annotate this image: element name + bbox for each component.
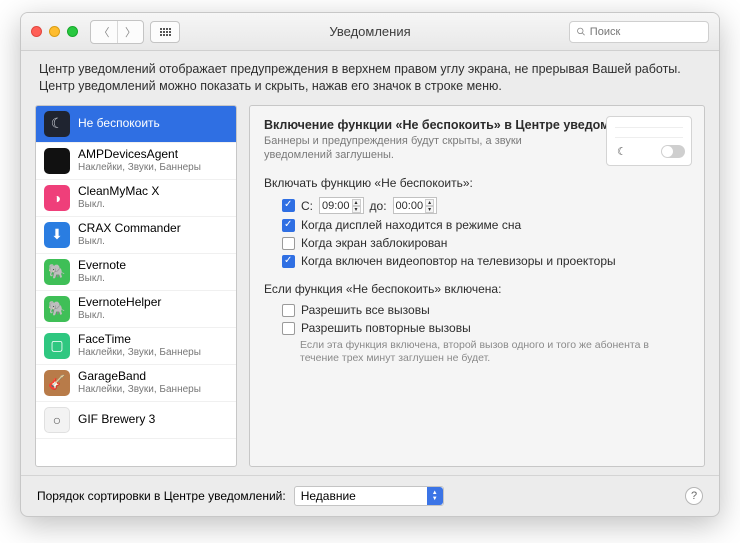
app-icon bbox=[44, 148, 70, 174]
sleep-label: Когда дисплей находится в режиме сна bbox=[301, 218, 521, 232]
preview-thumbnail: ☾ bbox=[606, 116, 692, 166]
time-to-field[interactable]: 00:00 ▴▾ bbox=[393, 197, 438, 214]
grid-icon bbox=[160, 28, 171, 36]
sidebar-item-label: EvernoteHelper bbox=[78, 296, 161, 310]
app-icon: ◑ bbox=[44, 185, 70, 211]
moon-icon: ☾ bbox=[617, 145, 627, 158]
preferences-window: 〈 〉 Уведомления Центр уведомлений отобра… bbox=[20, 12, 720, 517]
sidebar-item-2[interactable]: ◑ CleanMyMac XВыкл. bbox=[36, 180, 236, 217]
repeat-note: Если эта функция включена, второй вызов … bbox=[300, 339, 680, 365]
enable-section-label: Включать функцию «Не беспокоить»: bbox=[264, 176, 690, 190]
sidebar-item-label: GarageBand bbox=[78, 370, 201, 384]
panel-hint: Баннеры и предупреждения будут скрыты, а… bbox=[264, 135, 584, 163]
sidebar-item-7[interactable]: 🎸 GarageBandНаклейки, Звуки, Баннеры bbox=[36, 365, 236, 402]
sort-value: Недавние bbox=[301, 489, 356, 503]
page-description: Центр уведомлений отображает предупрежде… bbox=[21, 51, 719, 105]
sort-label: Порядок сортировки в Центре уведомлений: bbox=[37, 489, 286, 503]
forward-button[interactable]: 〉 bbox=[117, 21, 143, 43]
search-icon bbox=[576, 26, 586, 37]
allow-all-label: Разрешить все вызовы bbox=[301, 303, 430, 317]
sidebar-item-sub: Выкл. bbox=[78, 236, 181, 248]
app-icon: 🐘 bbox=[44, 296, 70, 322]
sidebar-item-label: CRAX Commander bbox=[78, 222, 181, 236]
allow-repeat-checkbox[interactable] bbox=[282, 322, 295, 335]
sidebar-item-label: Evernote bbox=[78, 259, 126, 273]
sidebar-item-label: AMPDevicesAgent bbox=[78, 148, 201, 162]
mirror-label: Когда включен видеоповтор на телевизоры … bbox=[301, 254, 616, 268]
zoom-icon[interactable] bbox=[67, 26, 78, 37]
time-prefix: С: bbox=[301, 199, 313, 213]
sidebar-item-sub: Наклейки, Звуки, Баннеры bbox=[78, 347, 201, 359]
mirror-row: Когда включен видеоповтор на телевизоры … bbox=[282, 254, 690, 268]
main-area: ☾Не беспокоитьAMPDevicesAgentНаклейки, З… bbox=[21, 105, 719, 475]
sidebar-item-4[interactable]: 🐘 EvernoteВыкл. bbox=[36, 254, 236, 291]
sidebar-item-5[interactable]: 🐘 EvernoteHelperВыкл. bbox=[36, 291, 236, 328]
sidebar-item-8[interactable]: ○ GIF Brewery 3 bbox=[36, 402, 236, 439]
sidebar-item-sub: Выкл. bbox=[78, 199, 159, 211]
when-on-label: Если функция «Не беспокоить» включена: bbox=[264, 282, 690, 296]
app-sidebar[interactable]: ☾Не беспокоитьAMPDevicesAgentНаклейки, З… bbox=[35, 105, 237, 467]
sidebar-item-sub: Выкл. bbox=[78, 310, 161, 322]
app-icon: ☾ bbox=[44, 111, 70, 137]
stepper-icon[interactable]: ▴▾ bbox=[425, 199, 434, 213]
sidebar-item-sub: Наклейки, Звуки, Баннеры bbox=[78, 162, 201, 174]
locked-row: Когда экран заблокирован bbox=[282, 236, 690, 250]
sleep-row: Когда дисплей находится в режиме сна bbox=[282, 218, 690, 232]
toggle-icon bbox=[661, 145, 685, 158]
settings-panel: ☾ Включение функции «Не беспокоить» в Це… bbox=[249, 105, 705, 467]
app-icon: ▢ bbox=[44, 333, 70, 359]
app-icon: 🐘 bbox=[44, 259, 70, 285]
sort-select[interactable]: Недавние ▲▼ bbox=[294, 486, 444, 506]
schedule-checkbox[interactable] bbox=[282, 199, 295, 212]
back-button[interactable]: 〈 bbox=[91, 21, 117, 43]
time-mid: до: bbox=[370, 199, 387, 213]
app-icon: ○ bbox=[44, 407, 70, 433]
sidebar-item-label: Не беспокоить bbox=[78, 117, 160, 131]
nav-back-forward: 〈 〉 bbox=[90, 20, 144, 44]
sidebar-item-label: GIF Brewery 3 bbox=[78, 413, 155, 427]
sleep-checkbox[interactable] bbox=[282, 219, 295, 232]
bottom-bar: Порядок сортировки в Центре уведомлений:… bbox=[21, 475, 719, 516]
locked-checkbox[interactable] bbox=[282, 237, 295, 250]
allow-repeat-label: Разрешить повторные вызовы bbox=[301, 321, 471, 335]
app-icon: ⬇ bbox=[44, 222, 70, 248]
sidebar-item-6[interactable]: ▢ FaceTimeНаклейки, Звуки, Баннеры bbox=[36, 328, 236, 365]
sidebar-item-0[interactable]: ☾ Не беспокоить bbox=[36, 106, 236, 143]
sidebar-item-sub: Выкл. bbox=[78, 273, 126, 285]
sidebar-item-label: CleanMyMac X bbox=[78, 185, 159, 199]
allow-repeat-row: Разрешить повторные вызовы bbox=[282, 321, 690, 335]
mirror-checkbox[interactable] bbox=[282, 255, 295, 268]
locked-label: Когда экран заблокирован bbox=[301, 236, 447, 250]
help-button[interactable]: ? bbox=[685, 487, 703, 505]
time-from-field[interactable]: 09:00 ▴▾ bbox=[319, 197, 364, 214]
schedule-row: С: 09:00 ▴▾ до: 00:00 ▴▾ bbox=[282, 197, 690, 214]
chevron-updown-icon: ▲▼ bbox=[427, 487, 443, 505]
sidebar-item-sub: Наклейки, Звуки, Баннеры bbox=[78, 384, 201, 396]
search-field[interactable] bbox=[569, 21, 709, 43]
sidebar-item-3[interactable]: ⬇ CRAX CommanderВыкл. bbox=[36, 217, 236, 254]
allow-all-checkbox[interactable] bbox=[282, 304, 295, 317]
titlebar: 〈 〉 Уведомления bbox=[21, 13, 719, 51]
sidebar-item-label: FaceTime bbox=[78, 333, 201, 347]
show-all-button[interactable] bbox=[150, 21, 180, 43]
window-controls bbox=[31, 26, 78, 37]
minimize-icon[interactable] bbox=[49, 26, 60, 37]
sidebar-item-1[interactable]: AMPDevicesAgentНаклейки, Звуки, Баннеры bbox=[36, 143, 236, 180]
app-icon: 🎸 bbox=[44, 370, 70, 396]
allow-all-row: Разрешить все вызовы bbox=[282, 303, 690, 317]
stepper-icon[interactable]: ▴▾ bbox=[352, 199, 361, 213]
close-icon[interactable] bbox=[31, 26, 42, 37]
search-input[interactable] bbox=[590, 26, 702, 38]
